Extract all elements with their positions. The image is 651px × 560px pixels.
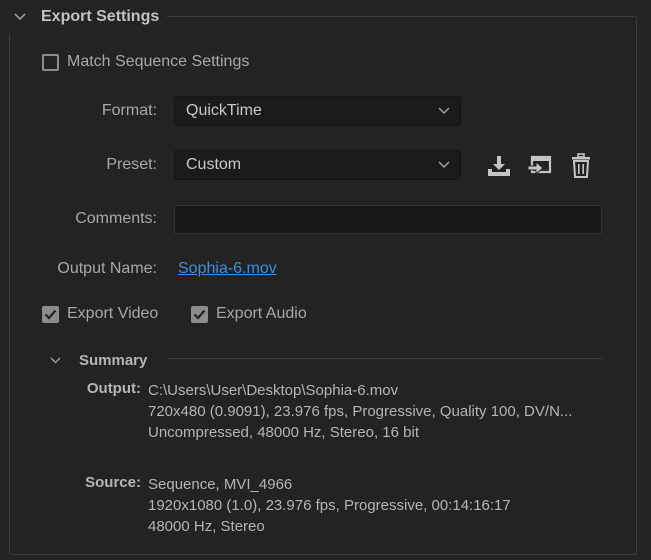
match-sequence-checkbox[interactable] [42,53,59,71]
chevron-down-icon [438,156,450,174]
summary-source-text: Sequence, MVI_4966 1920x1080 (1.0), 23.9… [148,474,511,537]
format-value: QuickTime [186,102,262,119]
export-audio-checkbox[interactable] [191,305,208,323]
delete-preset-icon[interactable] [566,151,596,181]
export-settings-panel: Export Settings Match Sequence Settings … [0,0,651,560]
save-preset-icon[interactable] [484,151,514,181]
summary-output-line: 720x480 (0.9091), 23.976 fps, Progressiv… [148,403,573,420]
summary-output-label: Output: [86,380,141,397]
chevron-down-icon[interactable] [50,356,64,364]
checkmark-icon [44,309,57,320]
preset-label: Preset: [106,156,157,173]
summary-output-text: C:\Users\User\Desktop\Sophia-6.mov 720x4… [148,380,572,443]
match-sequence-row[interactable]: Match Sequence Settings [42,52,249,72]
summary-divider [168,358,602,359]
format-dropdown[interactable]: QuickTime [174,96,461,126]
summary-source-line: 1920x1080 (1.0), 23.976 fps, Progressive… [148,497,511,514]
output-name-label: Output Name: [57,260,157,277]
summary-output-line: Uncompressed, 48000 Hz, Stereo, 16 bit [148,424,419,441]
export-audio-label: Export Audio [216,305,307,322]
preset-dropdown[interactable]: Custom [174,150,461,180]
summary-title: Summary [79,351,148,369]
format-label: Format: [101,102,157,119]
comments-field[interactable] [174,205,602,234]
export-video-label: Export Video [67,305,159,322]
chevron-down-icon[interactable] [13,10,27,24]
summary-source-line: Sequence, MVI_4966 [148,476,293,493]
chevron-down-icon [438,102,450,120]
section-title: Export Settings [41,8,160,25]
match-sequence-label: Match Sequence Settings [67,53,250,70]
summary-header[interactable]: Summary [50,350,147,370]
export-video-checkbox[interactable] [42,305,59,323]
output-name-link[interactable]: Sophia-6.mov [178,260,277,278]
summary-source-label: Source: [85,474,141,491]
summary-output-line: C:\Users\User\Desktop\Sophia-6.mov [148,382,399,399]
preset-value: Custom [186,156,242,173]
export-settings-header[interactable]: Export Settings [0,0,168,34]
summary-source-line: 48000 Hz, Stereo [148,518,265,535]
export-audio-row[interactable]: Export Audio [191,304,307,324]
comments-label: Comments: [75,210,157,227]
import-preset-icon[interactable] [525,151,555,181]
checkmark-icon [193,309,206,320]
export-video-row[interactable]: Export Video [42,304,158,324]
